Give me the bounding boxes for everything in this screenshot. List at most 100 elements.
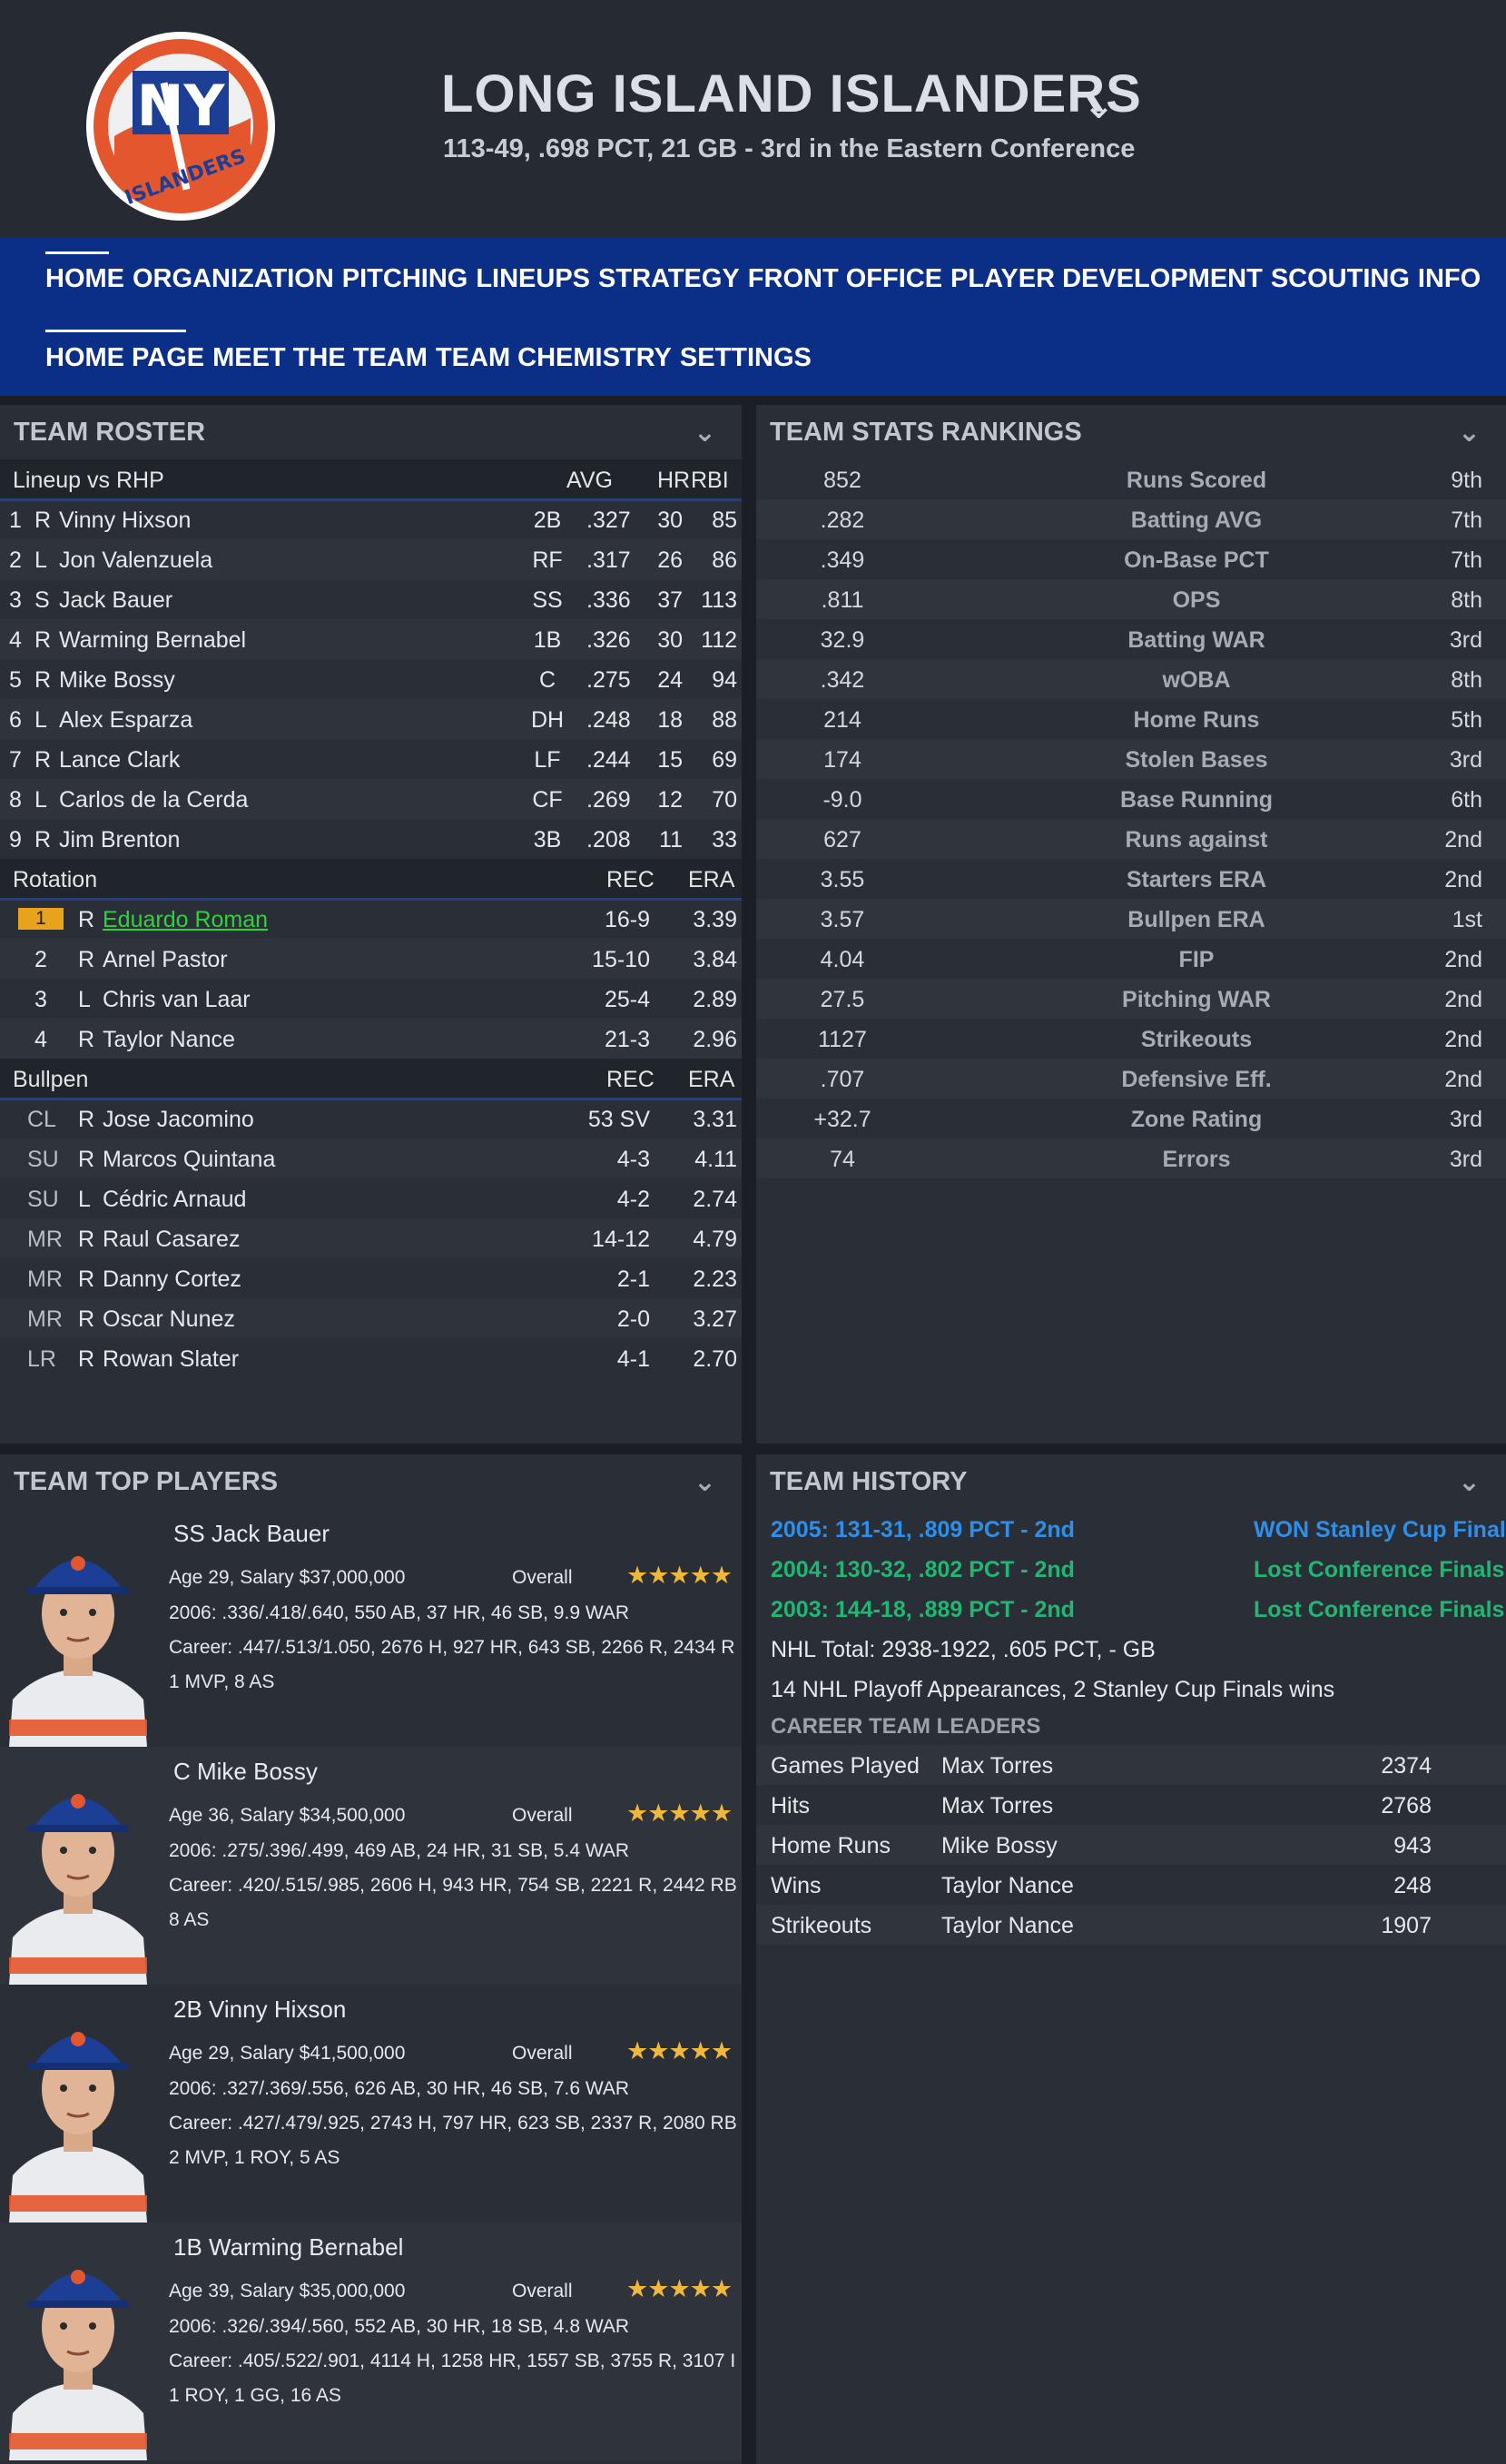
career-leader-row[interactable]: Strikeouts Taylor Nance 1907 xyxy=(756,1905,1506,1945)
player-name[interactable]: Warming Bernabel xyxy=(59,627,246,654)
nav-pitching[interactable]: PITCHING xyxy=(342,264,468,294)
stat-label: OPS xyxy=(1172,587,1221,613)
nav-lineups[interactable]: LINEUPS xyxy=(476,264,590,294)
leader-name[interactable]: Max Torres xyxy=(941,1793,1053,1819)
player-name[interactable]: Lance Clark xyxy=(59,747,180,774)
season-history-row[interactable]: 2003: 144-18, .889 PCT - 2nd Lost Confere… xyxy=(756,1589,1506,1629)
player-name[interactable]: Mike Bossy xyxy=(59,667,175,694)
career-leader-row[interactable]: Games Played Max Torres 2374 xyxy=(756,1745,1506,1785)
bullpen-role: LR xyxy=(27,1346,56,1372)
top-player-card[interactable]: C Mike Bossy Age 36, Salary $34,500,000 Ov… xyxy=(0,1747,742,1985)
pitcher-name[interactable]: Oscar Nunez xyxy=(103,1306,235,1333)
rotation-row[interactable]: 1 R Eduardo Roman 16-9 3.39 xyxy=(0,899,742,939)
leader-name[interactable]: Taylor Nance xyxy=(941,1913,1074,1939)
stat-ranking-row: +32.7 Zone Rating 3rd xyxy=(756,1099,1506,1138)
lineup-row[interactable]: 1 R Vinny Hixson 2B .327 30 85 xyxy=(0,499,742,539)
handedness: R xyxy=(34,827,52,853)
bullpen-row[interactable]: CL R Jose Jacomino 53 SV 3.31 xyxy=(0,1099,742,1138)
team-dropdown-chevron-icon[interactable]: ⌄ xyxy=(1082,82,1116,128)
leader-value: 248 xyxy=(1393,1873,1432,1898)
era: 3.39 xyxy=(693,907,737,932)
nav-scouting[interactable]: SCOUTING xyxy=(1271,264,1410,294)
rbi: 85 xyxy=(712,508,737,533)
lineup-row[interactable]: 3 S Jack Bauer SS .336 37 113 xyxy=(0,579,742,619)
season-history-row[interactable]: 2004: 130-32, .802 PCT - 2nd Lost Confere… xyxy=(756,1549,1506,1589)
bullpen-row[interactable]: MR R Raul Casarez 14-12 4.79 xyxy=(0,1218,742,1258)
collapse-chevron-icon[interactable]: ⌄ xyxy=(1458,417,1481,448)
stat-label: Defensive Eff. xyxy=(1121,1067,1272,1092)
pitcher-name[interactable]: Chris van Laar xyxy=(103,987,251,1013)
bullpen-row[interactable]: SU L Cédric Arnaud 4-2 2.74 xyxy=(0,1178,742,1218)
top-player-card[interactable]: 1B Warming Bernabel Age 39, Salary $35,00… xyxy=(0,2223,742,2460)
team-roster-header: TEAM ROSTER ⌄ xyxy=(0,405,742,459)
bullpen-row[interactable]: MR R Oscar Nunez 2-0 3.27 xyxy=(0,1298,742,1338)
pitcher-name[interactable]: Jose Jacomino xyxy=(103,1107,254,1133)
overall-label: Overall xyxy=(512,2281,573,2301)
nav-organization[interactable]: ORGANIZATION xyxy=(133,264,334,294)
nav-home[interactable]: HOME xyxy=(45,264,124,294)
subnav-settings[interactable]: SETTINGS xyxy=(680,343,812,373)
pitcher-name[interactable]: Danny Cortez xyxy=(103,1266,241,1293)
career-leader-row[interactable]: Home Runs Mike Bossy 943 xyxy=(756,1825,1506,1865)
nav-front-office[interactable]: FRONT OFFICE xyxy=(748,264,942,294)
lineup-row[interactable]: 8 L Carlos de la Cerda CF .269 12 70 xyxy=(0,779,742,819)
rotation-row[interactable]: 4 R Taylor Nance 21-3 2.96 xyxy=(0,1019,742,1059)
pitcher-name[interactable]: Eduardo Roman xyxy=(103,907,268,933)
era: 3.84 xyxy=(693,947,737,972)
leader-name[interactable]: Max Torres xyxy=(941,1753,1053,1779)
player-name[interactable]: 1B Warming Bernabel xyxy=(173,2233,403,2262)
pitcher-name[interactable]: Arnel Pastor xyxy=(103,947,228,973)
career-stats: Career: .405/.522/.901, 4114 H, 1258 HR,… xyxy=(169,2351,736,2371)
bullpen-row[interactable]: MR R Danny Cortez 2-1 2.23 xyxy=(0,1258,742,1298)
lineup-row[interactable]: 4 R Warming Bernabel 1B .326 30 112 xyxy=(0,619,742,659)
team-name[interactable]: LONG ISLAND ISLANDERS xyxy=(441,64,1142,124)
pitcher-name[interactable]: Cédric Arnaud xyxy=(103,1187,246,1213)
subnav-home-page[interactable]: HOME PAGE xyxy=(45,343,204,373)
lineup-row[interactable]: 6 L Alex Esparza DH .248 18 88 xyxy=(0,699,742,739)
nav-info[interactable]: INFO xyxy=(1418,264,1481,294)
player-name[interactable]: Carlos de la Cerda xyxy=(59,787,248,813)
career-leader-row[interactable]: Wins Taylor Nance 248 xyxy=(756,1865,1506,1905)
league-rank: 9th xyxy=(1451,468,1482,493)
season-history-row[interactable]: 2005: 131-31, .809 PCT - 2nd WON Stanley … xyxy=(756,1509,1506,1549)
player-name[interactable]: SS Jack Bauer xyxy=(173,1520,330,1548)
stat-ranking-row: 627 Runs against 2nd xyxy=(756,819,1506,859)
stat-ranking-row: .707 Defensive Eff. 2nd xyxy=(756,1059,1506,1099)
player-name[interactable]: C Mike Bossy xyxy=(173,1758,318,1786)
career-leader-row[interactable]: Hits Max Torres 2768 xyxy=(756,1785,1506,1825)
player-name[interactable]: Alex Esparza xyxy=(59,707,192,734)
lineup-row[interactable]: 5 R Mike Bossy C .275 24 94 xyxy=(0,659,742,699)
nav-player-development[interactable]: PLAYER DEVELOPMENT xyxy=(950,264,1263,294)
collapse-chevron-icon[interactable]: ⌄ xyxy=(694,1466,716,1498)
lineup-row[interactable]: 9 R Jim Brenton 3B .208 11 33 xyxy=(0,819,742,859)
rotation-row[interactable]: 3 L Chris van Laar 25-4 2.89 xyxy=(0,979,742,1019)
nav-strategy[interactable]: STRATEGY xyxy=(598,264,740,294)
player-name[interactable]: Jim Brenton xyxy=(59,827,180,853)
collapse-chevron-icon[interactable]: ⌄ xyxy=(694,417,716,448)
rotation-row[interactable]: 2 R Arnel Pastor 15-10 3.84 xyxy=(0,939,742,979)
player-name[interactable]: Jack Bauer xyxy=(59,587,172,614)
active-tab-indicator xyxy=(45,251,109,254)
player-name[interactable]: Vinny Hixson xyxy=(59,508,191,534)
top-players-title: TEAM TOP PLAYERS xyxy=(14,1466,279,1496)
pitcher-name[interactable]: Rowan Slater xyxy=(103,1346,239,1373)
lineup-row[interactable]: 2 L Jon Valenzuela RF .317 26 86 xyxy=(0,539,742,579)
top-player-card[interactable]: 2B Vinny Hixson Age 29, Salary $41,500,00… xyxy=(0,1985,742,2223)
leader-name[interactable]: Mike Bossy xyxy=(941,1833,1058,1859)
win-loss-record: 16-9 xyxy=(604,907,650,932)
subnav-meet-the-team[interactable]: MEET THE TEAM xyxy=(212,343,428,373)
bullpen-row[interactable]: SU R Marcos Quintana 4-3 4.11 xyxy=(0,1138,742,1178)
stat-value: 627 xyxy=(823,827,861,853)
position: CF xyxy=(532,787,563,813)
player-name[interactable]: Jon Valenzuela xyxy=(59,547,212,574)
bullpen-row[interactable]: LR R Rowan Slater 4-1 2.70 xyxy=(0,1338,742,1378)
top-player-card[interactable]: SS Jack Bauer Age 29, Salary $37,000,000 O… xyxy=(0,1509,742,1747)
pitcher-name[interactable]: Marcos Quintana xyxy=(103,1147,275,1173)
pitcher-name[interactable]: Taylor Nance xyxy=(103,1027,235,1053)
subnav-team-chemistry[interactable]: TEAM CHEMISTRY xyxy=(436,343,672,373)
leader-name[interactable]: Taylor Nance xyxy=(941,1873,1074,1899)
collapse-chevron-icon[interactable]: ⌄ xyxy=(1458,1466,1481,1498)
player-name[interactable]: 2B Vinny Hixson xyxy=(173,1996,346,2024)
lineup-row[interactable]: 7 R Lance Clark LF .244 15 69 xyxy=(0,739,742,779)
pitcher-name[interactable]: Raul Casarez xyxy=(103,1227,240,1253)
